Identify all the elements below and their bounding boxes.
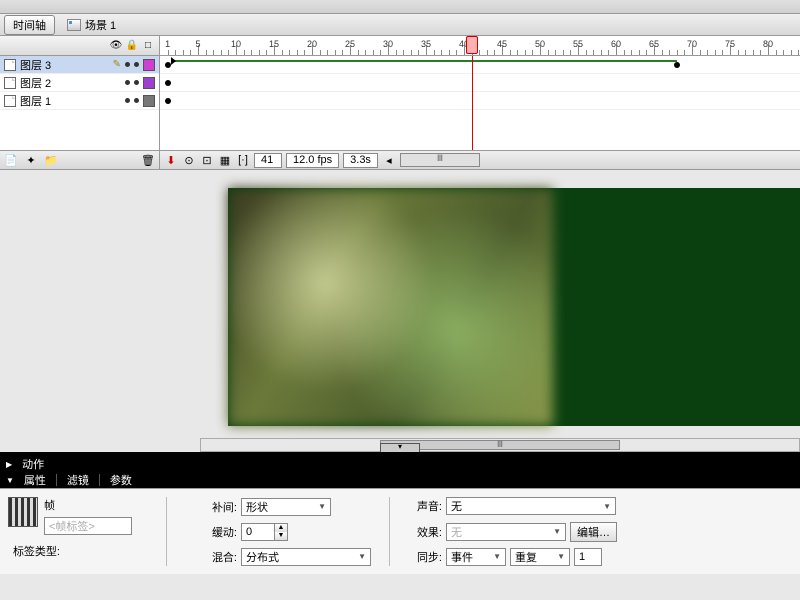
ease-label: 缓动: bbox=[185, 524, 237, 540]
eye-icon[interactable]: 👁 bbox=[109, 39, 123, 53]
color-swatch[interactable] bbox=[143, 59, 155, 71]
stage-hscrollbar[interactable] bbox=[200, 438, 800, 452]
sync-label: 同步: bbox=[408, 549, 442, 565]
scene-name: 场景 1 bbox=[85, 17, 116, 33]
layer-row[interactable]: 图层 1 bbox=[0, 92, 159, 110]
timeline-tab[interactable]: 时间轴 bbox=[4, 15, 55, 35]
tab-filters[interactable]: 滤镜 bbox=[67, 472, 89, 488]
fps-display: 12.0 fps bbox=[286, 153, 339, 168]
frame-row[interactable] bbox=[160, 56, 800, 74]
blend-label: 混合: bbox=[185, 549, 237, 565]
add-guide-icon[interactable]: ✦ bbox=[24, 153, 38, 167]
pencil-icon: ✎ bbox=[113, 59, 121, 70]
playhead[interactable] bbox=[466, 36, 478, 54]
frame-marker-icon[interactable]: [·] bbox=[236, 153, 250, 167]
current-frame: 41 bbox=[254, 153, 282, 168]
expand-icon[interactable]: ▼ bbox=[6, 476, 14, 485]
lock-icon[interactable]: 🔒 bbox=[125, 39, 139, 53]
stage-canvas[interactable] bbox=[228, 188, 800, 426]
lock-dot[interactable] bbox=[134, 98, 139, 103]
visibility-dot[interactable] bbox=[125, 80, 130, 85]
repeat-count-input[interactable]: 1 bbox=[574, 548, 602, 566]
scene-icon bbox=[67, 19, 81, 31]
label-type-label: 标签类型: bbox=[8, 543, 60, 559]
layer-icon bbox=[4, 77, 16, 89]
add-folder-icon[interactable]: 📁 bbox=[44, 153, 58, 167]
blend-select[interactable]: 分布式▼ bbox=[241, 548, 371, 566]
center-frame-icon[interactable]: ⬇ bbox=[164, 153, 178, 167]
sound-select[interactable]: 无▼ bbox=[446, 497, 616, 515]
tween-label: 补间: bbox=[185, 499, 237, 515]
frame-label-input[interactable]: <帧标签> bbox=[44, 517, 132, 535]
sound-label: 声音: bbox=[408, 498, 442, 514]
visibility-dot[interactable] bbox=[125, 62, 130, 67]
actions-panel-title[interactable]: 动作 bbox=[22, 456, 44, 472]
tween-select[interactable]: 形状▼ bbox=[241, 498, 331, 516]
repeat-select[interactable]: 重复▼ bbox=[510, 548, 570, 566]
frame-row[interactable] bbox=[160, 92, 800, 110]
frame-thumbnail bbox=[8, 497, 38, 527]
onion-skin-icon[interactable]: ⊙ bbox=[182, 153, 196, 167]
scroll-left-icon[interactable]: ◂ bbox=[382, 153, 396, 167]
lock-dot[interactable] bbox=[134, 62, 139, 67]
tab-properties[interactable]: 属性 bbox=[24, 472, 46, 488]
edit-multi-icon[interactable]: ▦ bbox=[218, 153, 232, 167]
onion-outline-icon[interactable]: ⊡ bbox=[200, 153, 214, 167]
layer-icon bbox=[4, 59, 16, 71]
edit-button[interactable]: 编辑… bbox=[570, 522, 617, 542]
expand-icon[interactable]: ▶ bbox=[6, 460, 12, 469]
effect-select: 无▼ bbox=[446, 523, 566, 541]
frame-row[interactable] bbox=[160, 74, 800, 92]
tab-params[interactable]: 参数 bbox=[110, 472, 132, 488]
visibility-dot[interactable] bbox=[125, 98, 130, 103]
color-swatch[interactable] bbox=[143, 77, 155, 89]
outline-icon[interactable]: □ bbox=[141, 39, 155, 53]
ease-stepper[interactable]: 0 ▲▼ bbox=[241, 523, 288, 541]
timeline-scrollbar[interactable] bbox=[400, 153, 480, 167]
layer-row[interactable]: 图层 2 bbox=[0, 74, 159, 92]
stage-content-image bbox=[228, 188, 553, 426]
scene-tab[interactable]: 场景 1 bbox=[67, 17, 116, 33]
trash-icon[interactable]: 🗑 bbox=[141, 153, 155, 167]
frame-ruler[interactable]: 1510152025303540455055606570758085 bbox=[160, 36, 800, 55]
layer-name: 图层 1 bbox=[20, 93, 107, 109]
effect-label: 效果: bbox=[408, 524, 442, 540]
color-swatch[interactable] bbox=[143, 95, 155, 107]
layer-name: 图层 3 bbox=[20, 57, 109, 73]
lock-dot[interactable] bbox=[134, 80, 139, 85]
time-display: 3.3s bbox=[343, 153, 378, 168]
add-layer-icon[interactable]: 📄 bbox=[4, 153, 18, 167]
layer-name: 图层 2 bbox=[20, 75, 107, 91]
panel-collapse-handle[interactable] bbox=[380, 443, 420, 452]
sync-select[interactable]: 事件▼ bbox=[446, 548, 506, 566]
layer-row[interactable]: 图层 3 ✎ bbox=[0, 56, 159, 74]
layer-icon bbox=[4, 95, 16, 107]
frame-label: 帧 bbox=[44, 497, 132, 513]
